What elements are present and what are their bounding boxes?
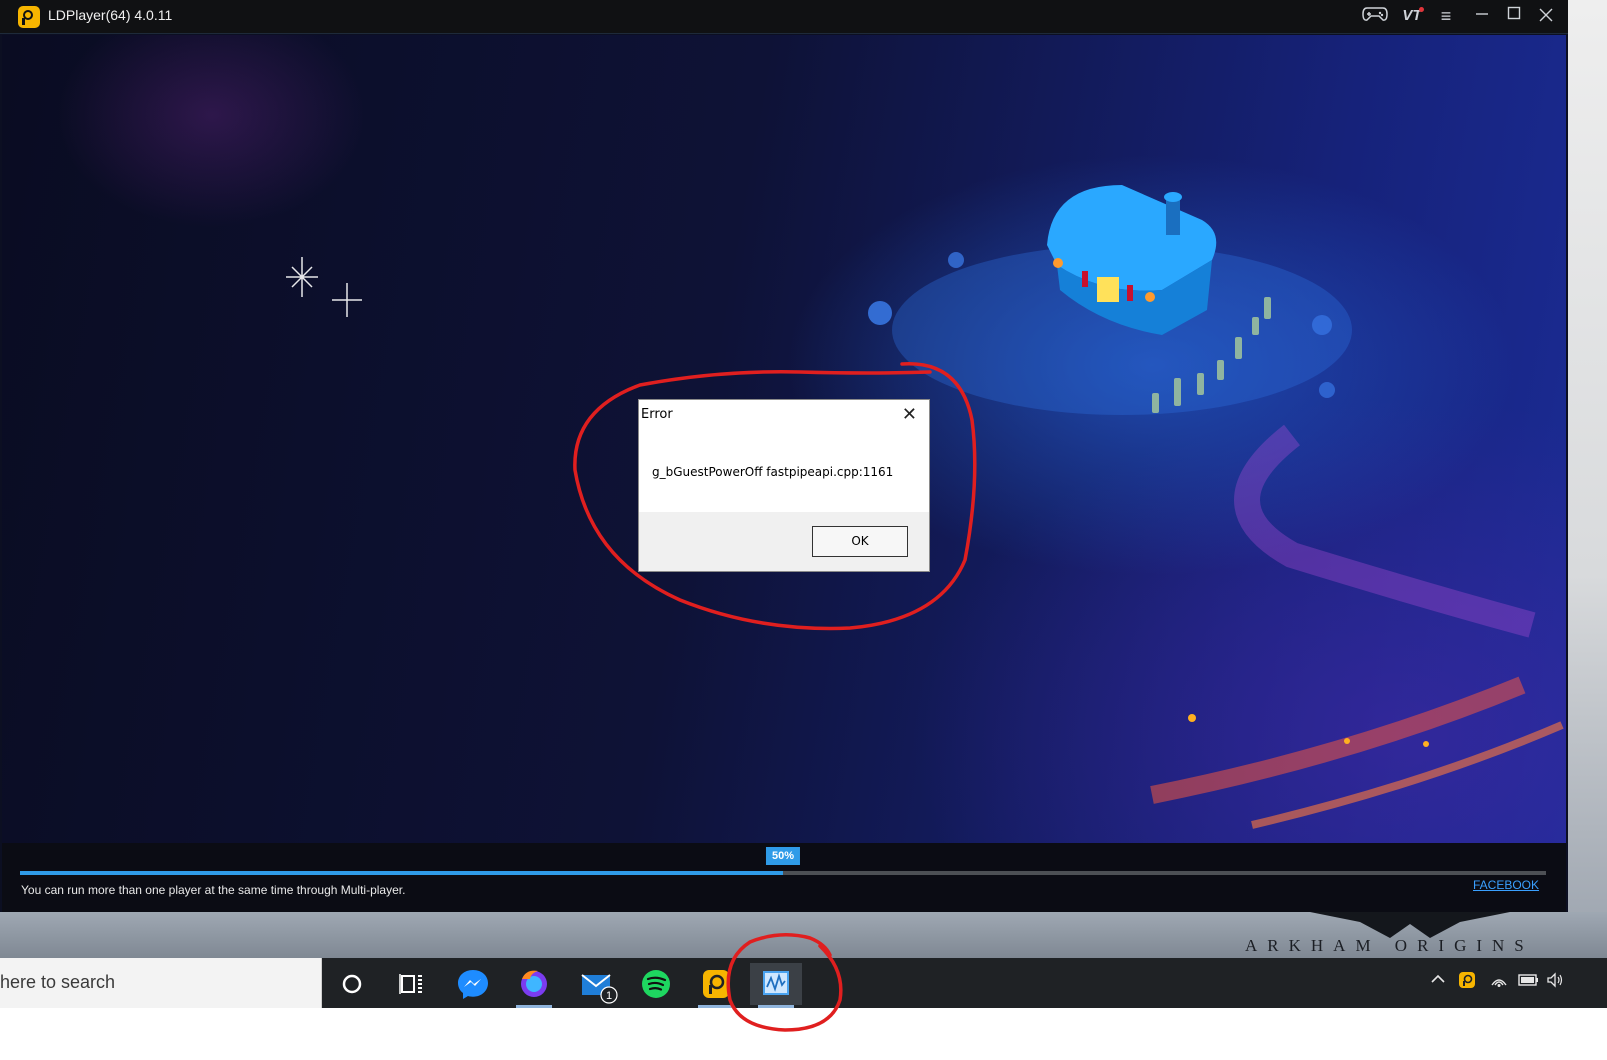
cortana-icon — [342, 974, 362, 994]
spotify-button[interactable] — [630, 963, 682, 1005]
loading-progress-fill — [20, 871, 783, 875]
wifi-icon — [1491, 979, 1507, 987]
mail-badge-count: 1 — [606, 990, 612, 1002]
desktop-bottom-edge — [0, 1008, 1607, 1060]
vt-button[interactable]: VT — [1400, 5, 1424, 27]
mail-icon: 1 — [581, 974, 618, 1004]
taskbar-search-box[interactable]: here to search — [0, 958, 322, 1008]
search-placeholder: here to search — [0, 972, 116, 992]
firefox-button[interactable] — [508, 963, 560, 1008]
maximize-button[interactable] — [1502, 5, 1526, 27]
spotify-icon — [642, 970, 670, 998]
chevron-up-icon — [1431, 974, 1445, 983]
error-dialog: Error ✕ g_bGuestPowerOff fastpipeapi.cpp… — [638, 399, 930, 572]
bat-emblem-icon — [1310, 912, 1510, 938]
ldplayer-tray-icon — [1459, 972, 1475, 988]
system-tray — [1420, 958, 1607, 1008]
loading-panel: 50% You can run more than one player at … — [2, 843, 1566, 912]
error-message: g_bGuestPowerOff fastpipeapi.cpp:1161 — [652, 465, 894, 479]
minimize-button[interactable] — [1470, 5, 1494, 27]
dialog-button-bar: OK — [639, 512, 929, 571]
ldmultiplayer-taskbar-button[interactable] — [750, 963, 802, 1008]
ok-button[interactable]: OK — [812, 526, 908, 557]
task-view-icon — [399, 974, 422, 994]
vt-notification-dot — [1419, 7, 1424, 12]
close-icon: ✕ — [901, 404, 917, 425]
messenger-button[interactable] — [447, 963, 499, 1005]
title-bar: LDPlayer(64) 4.0.11 VT ≡ — [0, 0, 1568, 34]
gamepad-icon — [1362, 7, 1388, 21]
loading-progress-bar — [20, 871, 1546, 875]
gamepad-button[interactable] — [1360, 5, 1390, 27]
window-title: LDPlayer(64) 4.0.11 — [48, 7, 173, 23]
desktop-edge — [1568, 0, 1607, 958]
ldplayer-window: LDPlayer(64) 4.0.11 VT ≡ 50% You can run… — [0, 0, 1568, 912]
desktop-wallpaper: ARKHAM ORIGINS — [0, 912, 1607, 958]
loading-tip: You can run more than one player at the … — [21, 883, 406, 897]
maximize-icon — [1507, 6, 1521, 20]
taskbar: here to search 1 — [0, 958, 1607, 1008]
ldplayer-icon — [703, 970, 729, 998]
dialog-close-button[interactable]: ✕ — [902, 404, 917, 425]
network-button[interactable] — [1490, 971, 1508, 992]
cortana-button[interactable] — [326, 963, 378, 1005]
battery-icon — [1518, 974, 1538, 986]
ldplayer-logo-icon — [18, 6, 40, 28]
minimize-icon — [1476, 13, 1488, 15]
task-view-button[interactable] — [386, 963, 438, 1005]
ldplayer-taskbar-button[interactable] — [690, 963, 742, 1008]
show-hidden-icons-button[interactable] — [1430, 971, 1446, 990]
close-icon — [1539, 8, 1553, 22]
firefox-icon — [521, 970, 547, 997]
speaker-icon — [1547, 972, 1563, 988]
dialog-title: Error — [641, 407, 673, 422]
window-close-button[interactable] — [1534, 5, 1558, 27]
menu-button[interactable]: ≡ — [1434, 5, 1458, 27]
facebook-link[interactable]: FACEBOOK — [1473, 878, 1539, 892]
hamburger-icon: ≡ — [1440, 6, 1452, 26]
ldmultiplayer-icon — [763, 971, 789, 995]
ldplayer-tray-button[interactable] — [1458, 971, 1476, 992]
sparkle-icon — [286, 257, 362, 317]
mail-button[interactable]: 1 — [570, 963, 622, 1005]
wallpaper-text: ARKHAM ORIGINS — [1245, 936, 1534, 955]
volume-button[interactable] — [1546, 971, 1564, 992]
messenger-icon — [458, 970, 488, 999]
battery-button[interactable] — [1518, 971, 1540, 992]
progress-percent-badge: 50% — [765, 847, 801, 865]
